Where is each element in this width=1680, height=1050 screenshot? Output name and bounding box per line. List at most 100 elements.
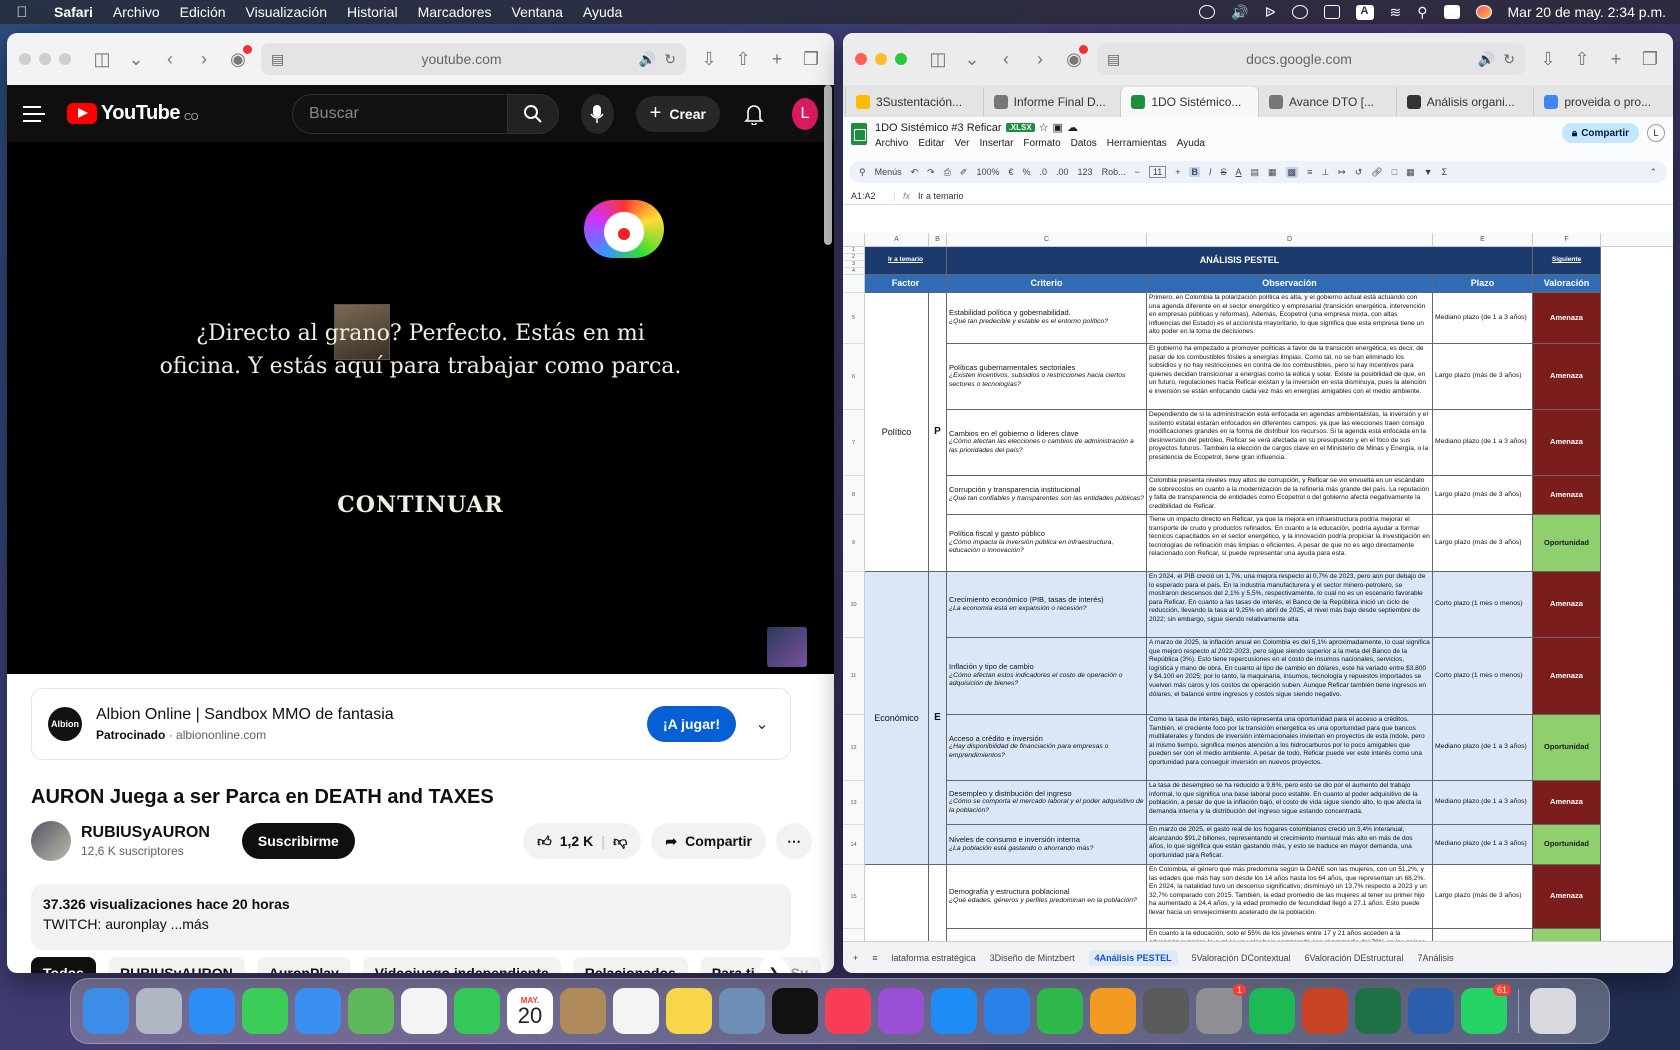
valoracion-cell[interactable]: Oportunidad (1533, 715, 1601, 781)
criterio-cell[interactable]: Nivel educativo y competencias digitales… (947, 929, 1147, 941)
star-icon[interactable]: ☆ (1039, 121, 1049, 134)
merge-cells-icon[interactable]: ▩ (1285, 166, 1299, 178)
sheets-menu-datos[interactable]: Datos (1071, 138, 1097, 149)
youtube-logo[interactable]: YouTube CO (66, 102, 199, 125)
valoracion-cell[interactable]: Amenaza (1533, 410, 1601, 476)
mail-icon[interactable] (295, 988, 341, 1034)
facetime-icon[interactable] (454, 988, 500, 1034)
criterio-cell[interactable]: Cambios en el gobierno o líderes clave ¿C… (947, 410, 1147, 476)
sidebar-toggle-icon[interactable]: ◫ (91, 48, 113, 70)
new-tab-button[interactable]: + (766, 48, 788, 70)
pages-icon[interactable] (1090, 988, 1136, 1034)
sheets-logo-icon[interactable] (851, 123, 867, 145)
apple-menu-icon[interactable]:  (0, 4, 44, 21)
minimize-window-button[interactable] (39, 53, 51, 65)
sheet-tab[interactable]: 4Análisis PESTEL (1088, 949, 1178, 966)
comment-icon[interactable]: □ (1392, 167, 1397, 177)
row-number[interactable]: 14 (843, 825, 865, 865)
address-bar[interactable]: ▤ docs.google.com 🔊 ↻ (1097, 43, 1525, 75)
play-now-button[interactable]: ¡A jugar! (646, 706, 736, 742)
link-icon[interactable]: 🔗︎ (1371, 167, 1382, 178)
zoom-window-button[interactable] (895, 53, 907, 65)
row-number[interactable]: 13 (843, 781, 865, 825)
formula-input[interactable]: Ir a temario (918, 191, 964, 201)
menu-marcadores[interactable]: Marcadores (408, 4, 502, 20)
tab-overview-icon[interactable]: ❐ (800, 48, 822, 70)
sheet-tab[interactable]: 3Diseño de Mintzbert (990, 953, 1075, 963)
new-tab-button[interactable]: + (1605, 48, 1627, 70)
tv-icon[interactable] (772, 988, 818, 1034)
user-avatar[interactable]: L (1647, 124, 1665, 142)
whatsapp-icon[interactable]: 61 (1461, 984, 1511, 1034)
row-number[interactable] (843, 275, 865, 293)
observacion-cell[interactable]: En 2024, el PIB creció un 1,7%, una mejo… (1147, 572, 1433, 638)
siguiente-link[interactable]: Siguiente (1533, 247, 1601, 275)
privacy-report-icon[interactable]: ◉ (227, 45, 252, 70)
decrease-decimals-button[interactable]: .0 (1040, 167, 1048, 177)
row-number[interactable]: 7 (843, 410, 865, 476)
search-menus-icon[interactable]: ⚲ (859, 167, 866, 178)
address-bar[interactable]: ▤ youtube.com 🔊 ↻ (261, 43, 686, 75)
print-icon[interactable]: ⎙ (944, 167, 951, 178)
page-settings-icon[interactable]: ▤ (271, 51, 284, 68)
add-sheet-button[interactable]: + (853, 953, 858, 963)
observacion-cell[interactable]: Colombia presenta niveles muy altos de c… (1147, 476, 1433, 515)
document-title[interactable]: 1DO Sistémico #3 Reficar (875, 122, 1002, 134)
chevron-down-icon[interactable]: ⌄ (750, 714, 774, 734)
valoracion-cell[interactable]: Amenaza (1533, 781, 1601, 825)
valoracion-cell[interactable]: Amenaza (1533, 865, 1601, 929)
valoracion-cell[interactable]: Amenaza (1533, 344, 1601, 410)
subscribe-button[interactable]: Suscribirme (241, 823, 355, 859)
functions-icon[interactable]: Σ (1442, 167, 1448, 177)
sheets-menu-herramientas[interactable]: Herramientas (1107, 138, 1167, 149)
chip-para-ti[interactable]: Para ti (699, 957, 767, 973)
chevron-down-icon[interactable]: ⌄ (125, 48, 147, 70)
share-icon[interactable]: ⇧ (732, 48, 754, 70)
strikethrough-button[interactable]: S (1220, 167, 1226, 177)
plazo-cell[interactable]: Mediano plazo (de 1 a 3 años) (1433, 410, 1533, 476)
observacion-cell[interactable]: El gobierno ha empezado a promover polít… (1147, 344, 1433, 410)
move-folder-icon[interactable]: ▣ (1053, 121, 1063, 134)
redo-icon[interactable]: ↷ (927, 167, 935, 178)
zoom-window-button[interactable] (59, 53, 71, 65)
criterio-cell[interactable]: Políticas gubernamentales sectoriales ¿Ex… (947, 344, 1147, 410)
minimize-window-button[interactable] (875, 53, 887, 65)
percent-format-button[interactable]: % (1023, 167, 1031, 177)
sheets-menu-ver[interactable]: Ver (954, 138, 969, 149)
photos-icon[interactable] (401, 988, 447, 1034)
numbers-icon[interactable] (1037, 988, 1083, 1034)
italic-button[interactable]: I (1209, 167, 1212, 177)
share-document-button[interactable]: 🔒︎ Compartir (1561, 123, 1639, 143)
observacion-cell[interactable]: La tasa de desempleo se ha reducido a 9,… (1147, 781, 1433, 825)
filter-icon[interactable]: ▼ (1424, 167, 1433, 177)
display-icon[interactable] (1323, 5, 1340, 19)
observacion-cell[interactable]: A marzo de 2025, la inflación anual en C… (1147, 638, 1433, 715)
channel-watermark[interactable] (767, 627, 807, 667)
currency-format-button[interactable]: € (1008, 167, 1013, 177)
chip-rubiusyauron[interactable]: RUBIUSyAURON (107, 957, 245, 973)
downloads-icon[interactable]: ⇩ (698, 48, 720, 70)
sheet-tab[interactable]: 6Valoración DEstructural (1305, 953, 1404, 963)
row-number[interactable]: 2 (843, 254, 865, 261)
criterio-cell[interactable]: Acceso a crédito e inversión ¿Hay disponi… (947, 715, 1147, 781)
number-format-button[interactable]: 123 (1078, 167, 1093, 177)
wifi-icon[interactable]: ≋ (1390, 4, 1402, 21)
valoracion-cell[interactable]: Amenaza (1533, 476, 1601, 515)
menu-visualizacion[interactable]: Visualización (236, 4, 337, 20)
sheets-menu-insertar[interactable]: Insertar (980, 138, 1014, 149)
menu-safari[interactable]: Safari (44, 4, 103, 20)
font-size-increase-button[interactable]: + (1175, 167, 1180, 177)
close-window-button[interactable] (855, 53, 867, 65)
text-color-button[interactable]: A (1236, 167, 1242, 177)
row-number[interactable]: 1 (843, 247, 865, 254)
share-icon[interactable]: ⇧ (1571, 48, 1593, 70)
sheet-tab[interactable]: lataforma estratégica (892, 953, 976, 963)
channel-name[interactable]: RUBIUSyAURON (81, 824, 210, 842)
keynote-icon[interactable] (984, 988, 1030, 1034)
word-icon[interactable] (1408, 988, 1454, 1034)
wrap-icon[interactable]: ↦ (1338, 167, 1346, 178)
audio-playing-icon[interactable]: 🔊 (1478, 51, 1495, 68)
plazo-cell[interactable]: Mediano plazo (de 1 a 3 años) (1433, 825, 1533, 865)
valoracion-cell[interactable]: Amenaza (1533, 572, 1601, 638)
rotate-icon[interactable]: ↺ (1355, 167, 1363, 178)
